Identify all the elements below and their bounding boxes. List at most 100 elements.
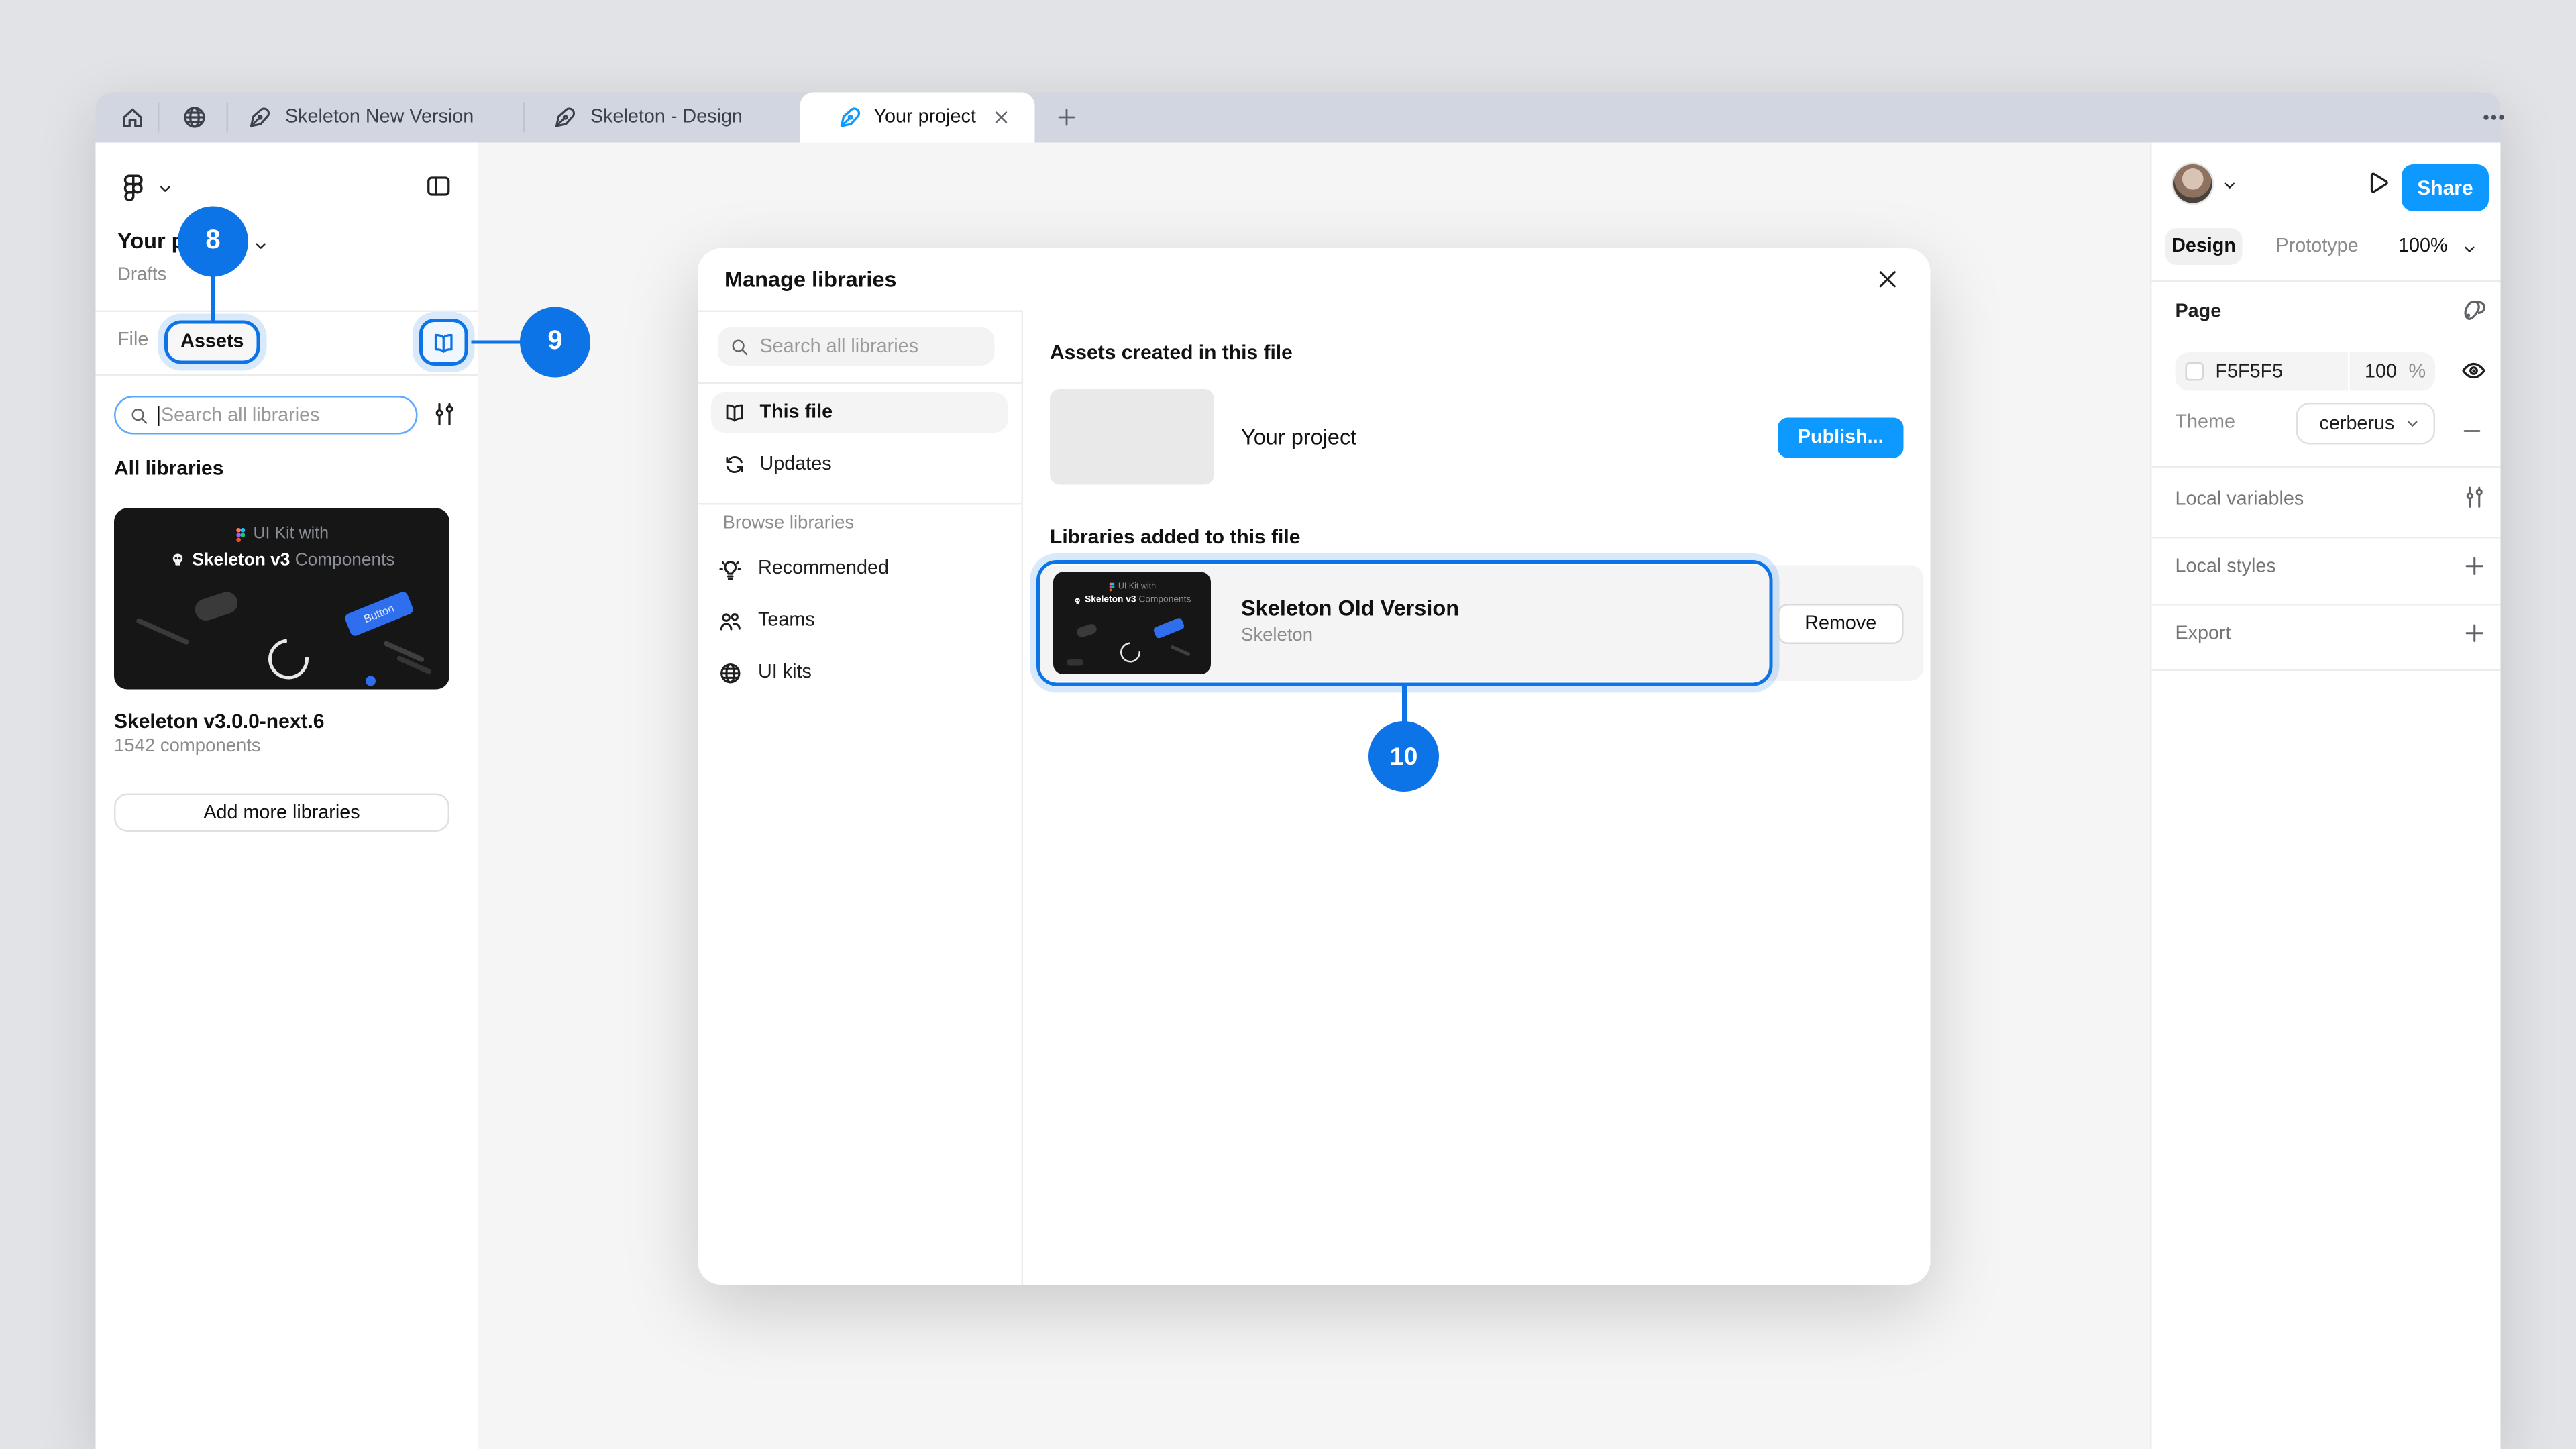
color-swatch[interactable] — [2186, 362, 2204, 381]
divider — [2152, 280, 2501, 282]
nav-teams[interactable]: Teams — [711, 602, 1008, 639]
figma-file-icon — [247, 105, 272, 130]
nav-updates[interactable]: Updates — [711, 445, 1008, 485]
tab-file[interactable]: File — [117, 331, 148, 351]
close-tab-icon[interactable] — [991, 107, 1011, 127]
page-color-value: F5F5F5 — [2216, 362, 2284, 382]
remove-theme-button[interactable] — [2461, 419, 2484, 443]
close-dialog-button[interactable] — [1875, 267, 1900, 292]
divider — [96, 311, 478, 313]
annotation-badge-9: 9 — [520, 307, 590, 378]
dialog-search-placeholder: Search all libraries — [760, 336, 919, 356]
section-title: All libraries — [114, 456, 223, 480]
chevron-down-icon[interactable] — [2222, 178, 2238, 193]
search-input[interactable]: Search all libraries — [114, 396, 418, 435]
chevron-down-icon[interactable] — [2462, 241, 2477, 257]
skull-icon — [168, 552, 185, 569]
present-button[interactable] — [2363, 170, 2390, 197]
component-doodad — [1171, 645, 1191, 656]
open-variables-button[interactable] — [2462, 485, 2487, 511]
avatar[interactable] — [2172, 163, 2214, 205]
sliders-icon — [431, 401, 458, 428]
minus-icon — [2461, 419, 2484, 443]
right-sidebar: Share Design Prototype 100% Page F5F5F5 … — [2150, 143, 2501, 1449]
figma-app: Skeleton New Version Skeleton - Design Y… — [0, 0, 2576, 1449]
visibility-button[interactable] — [2461, 358, 2487, 384]
main-menu-button[interactable] — [119, 173, 148, 202]
component-doodad — [193, 589, 241, 623]
library-thumbnail[interactable]: UI Kit with Skeleton v3 Components Butto… — [114, 508, 449, 690]
text-caret — [158, 405, 160, 425]
tab-prototype[interactable]: Prototype — [2276, 237, 2359, 257]
nav-recommended[interactable]: Recommended — [711, 550, 1008, 587]
search-icon — [129, 405, 150, 425]
nav-this-file[interactable]: This file — [711, 392, 1008, 433]
thumb-line1: UI Kit with — [253, 525, 329, 544]
divider — [2152, 604, 2501, 606]
close-icon — [1875, 267, 1900, 292]
libraries-added-heading: Libraries added to this file — [1050, 525, 1300, 549]
home-icon — [119, 104, 146, 131]
window-more-button[interactable] — [2469, 93, 2519, 143]
new-tab-button[interactable] — [1045, 93, 1089, 143]
component-doodad — [1116, 638, 1144, 666]
publish-button[interactable]: Publish... — [1778, 418, 1904, 458]
page-color-field[interactable]: F5F5F5 — [2176, 352, 2349, 391]
library-row-name: Skeleton Old Version — [1241, 596, 1459, 621]
remove-button[interactable]: Remove — [1778, 604, 1904, 644]
page-section-label: Page — [2176, 302, 2222, 322]
library-meta: 1542 components — [114, 737, 261, 757]
page-opacity-field[interactable]: 100 % — [2350, 352, 2436, 391]
page-opacity-value: 100 — [2365, 362, 2397, 382]
add-more-libraries-button[interactable]: Add more libraries — [114, 794, 449, 833]
globe-icon — [181, 104, 208, 131]
toggle-sidebar-button[interactable] — [425, 173, 453, 200]
theme-dropdown[interactable]: cerberus — [2296, 402, 2436, 445]
file-name: Your project — [1241, 425, 1356, 450]
tab-skeleton-new-version[interactable]: Skeleton New Version — [227, 93, 524, 143]
tab-design[interactable]: Design — [2165, 228, 2243, 265]
chevron-down-icon[interactable] — [158, 181, 173, 197]
filter-button[interactable] — [431, 401, 458, 428]
divider — [1022, 311, 1024, 1285]
component-doodad-button: Button — [343, 590, 415, 637]
divider — [158, 103, 160, 133]
divider — [698, 503, 1022, 505]
share-button[interactable]: Share — [2402, 164, 2489, 211]
assets-created-heading: Assets created in this file — [1050, 341, 1293, 364]
file-thumbnail — [1050, 389, 1214, 485]
search-icon — [730, 336, 750, 356]
library-row-thumbnail: UI Kit with Skeleton v3 Components — [1053, 572, 1211, 675]
tab-assets[interactable]: Assets — [168, 324, 257, 361]
libraries-button[interactable] — [423, 322, 465, 362]
refresh-icon — [723, 453, 747, 476]
component-doodad — [1152, 617, 1185, 639]
tab-bar: Skeleton New Version Skeleton - Design Y… — [96, 93, 2501, 143]
export-label: Export — [2176, 624, 2231, 644]
left-sidebar: Your project Drafts File Assets Search a… — [96, 143, 480, 1449]
ellipsis-icon — [2481, 104, 2508, 131]
figma-file-icon — [837, 105, 863, 130]
nav-ui-kits[interactable]: UI kits — [711, 654, 1008, 691]
add-export-button[interactable] — [2462, 621, 2487, 646]
file-location: Drafts — [117, 265, 166, 285]
home-button[interactable] — [107, 93, 158, 143]
annotation-connector-8 — [211, 274, 215, 324]
add-style-button[interactable] — [2462, 553, 2487, 579]
library-row-source: Skeleton — [1241, 626, 1313, 646]
figma-mini-logo-icon — [1108, 582, 1115, 592]
zoom-level[interactable]: 100% — [2398, 237, 2448, 257]
chevron-down-icon[interactable] — [254, 238, 269, 254]
eye-icon — [2461, 358, 2487, 384]
play-icon — [2363, 170, 2390, 197]
plus-icon — [2462, 553, 2487, 579]
dialog-search-input[interactable]: Search all libraries — [718, 327, 995, 366]
styles-button[interactable] — [2461, 297, 2487, 324]
tab-your-project-active[interactable]: Your project — [800, 93, 1035, 143]
tab-skeleton-design[interactable]: Skeleton - Design — [525, 93, 797, 143]
component-doodad — [1075, 623, 1097, 639]
layout-panel-icon — [425, 173, 453, 200]
local-styles-label: Local styles — [2176, 557, 2276, 577]
swatch-book-icon — [2461, 297, 2487, 324]
community-button[interactable] — [163, 93, 227, 143]
